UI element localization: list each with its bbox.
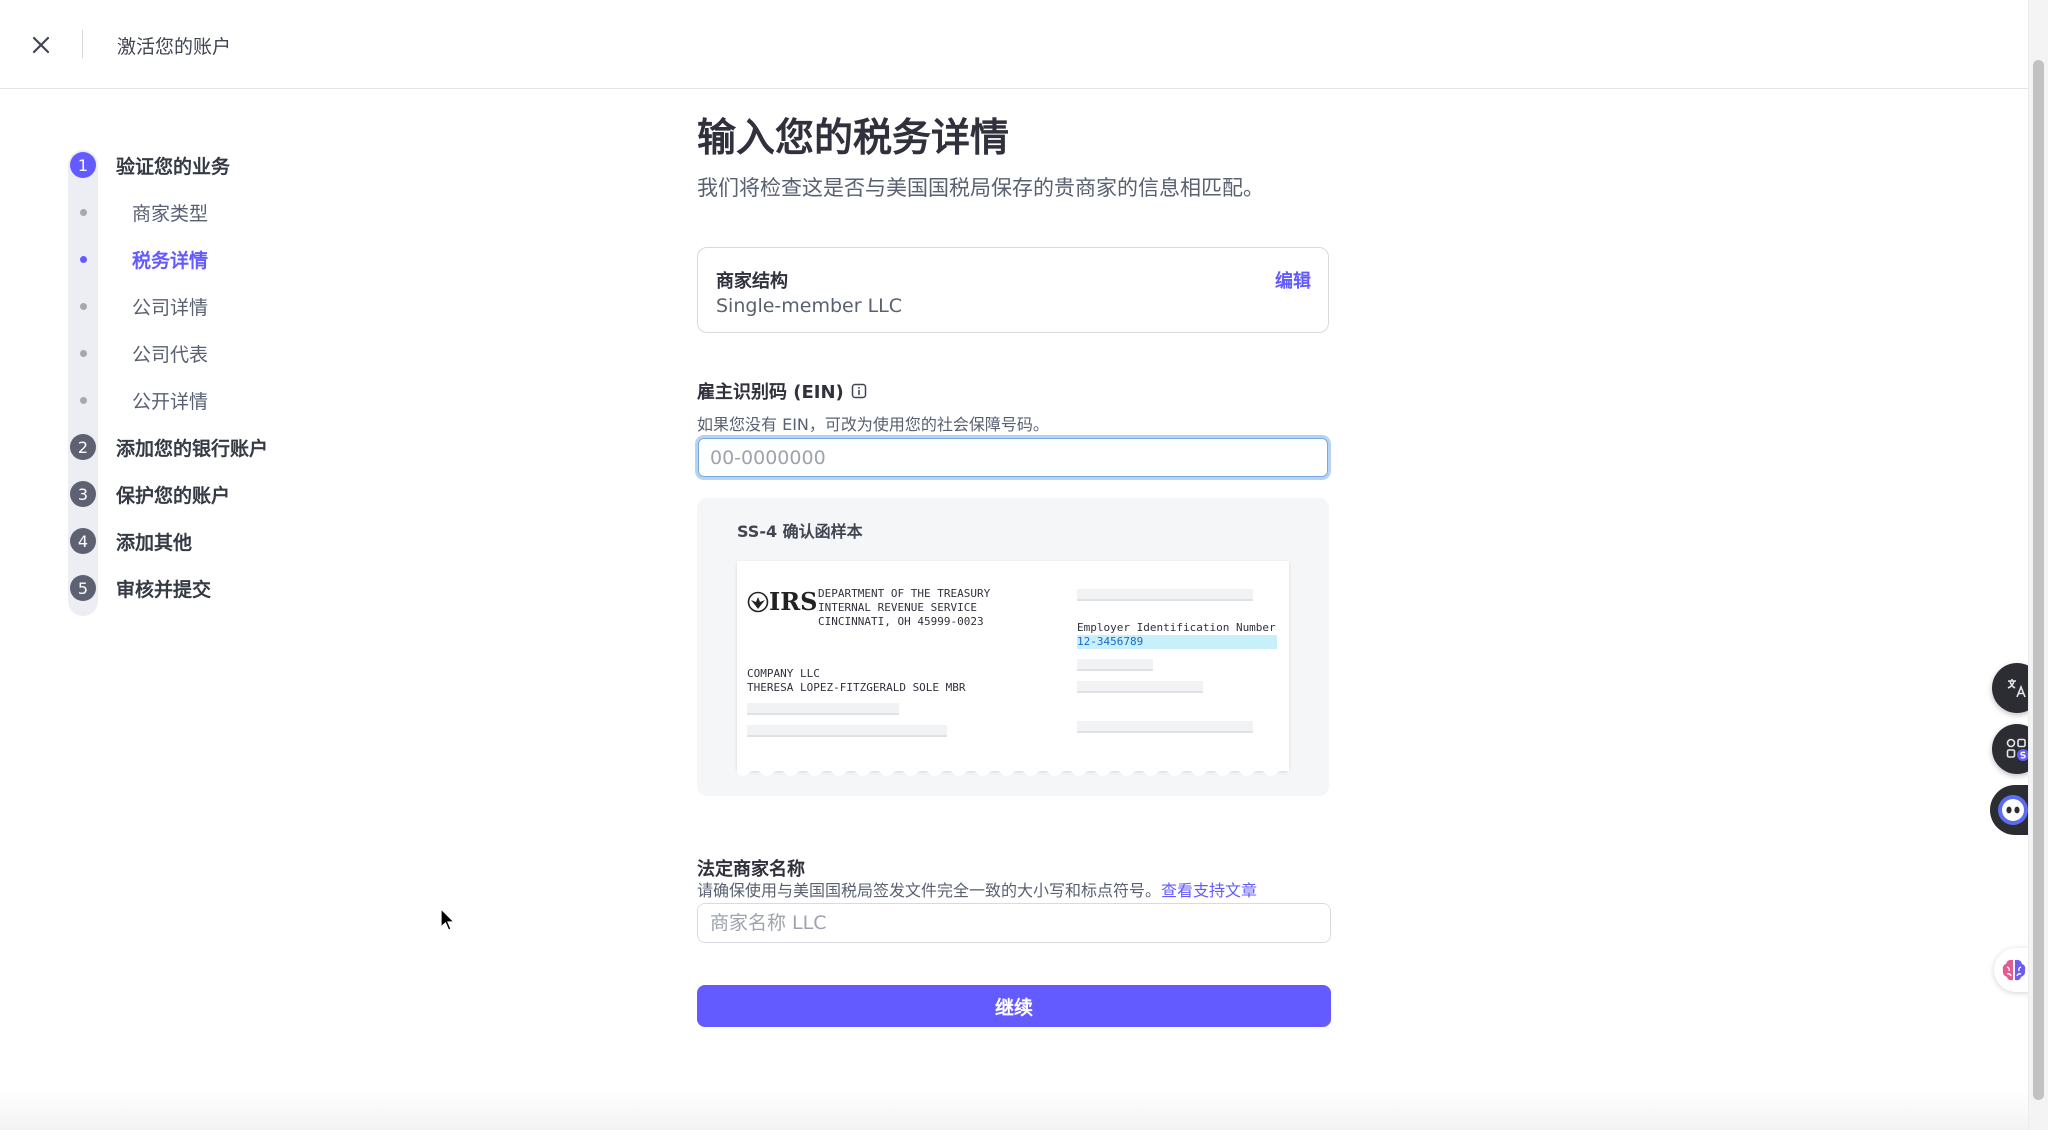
substep-public-details[interactable]: 公开详情 bbox=[68, 385, 208, 415]
company-line: COMPANY LLC bbox=[747, 667, 820, 680]
step-label: 验证您的业务 bbox=[116, 155, 231, 178]
step-add-extras[interactable]: 4 添加其他 bbox=[68, 526, 192, 556]
step-label: 审核并提交 bbox=[116, 578, 212, 601]
agency-address: DEPARTMENT OF THE TREASURY INTERNAL REVE… bbox=[818, 587, 990, 629]
sample-title: SS-4 确认函样本 bbox=[737, 522, 863, 541]
substep-label: 公司详情 bbox=[132, 296, 209, 319]
agency-line: CINCINNATI, OH 45999-0023 bbox=[818, 615, 984, 628]
business-structure-card: 商家结构 Single-member LLC 编辑 bbox=[697, 247, 1329, 333]
substep-company-details[interactable]: 公司详情 bbox=[68, 291, 208, 321]
edit-business-structure-link[interactable]: 编辑 bbox=[1275, 267, 1311, 293]
ein-caption: Employer Identification Number bbox=[1077, 621, 1276, 634]
legal-name-help: 请确保使用与美国国税局签发文件完全一致的大小写和标点符号。查看支持文章 bbox=[697, 877, 1257, 901]
substep-dot bbox=[80, 302, 87, 310]
agency-line: INTERNAL REVENUE SERVICE bbox=[818, 601, 977, 614]
business-structure-label: 商家结构 bbox=[716, 271, 788, 292]
ein-input-wrapper bbox=[695, 435, 1331, 480]
tax-details-form: 输入您的税务详情 我们将检查这是否与美国国税局保存的贵商家的信息相匹配。 商家结… bbox=[695, 112, 1331, 1027]
header-title: 激活您的账户 bbox=[117, 36, 232, 58]
step-verify-business[interactable]: 1 验证您的业务 bbox=[68, 150, 230, 180]
assistant-button[interactable] bbox=[1990, 785, 2030, 835]
substep-label: 公司代表 bbox=[132, 343, 209, 366]
step-label: 保护您的账户 bbox=[116, 484, 231, 507]
legal-name-input[interactable] bbox=[698, 904, 1330, 942]
substep-dot bbox=[80, 349, 87, 357]
support-article-link[interactable]: 查看支持文章 bbox=[1161, 881, 1257, 900]
step-number: 3 bbox=[70, 481, 96, 507]
step-label: 添加其他 bbox=[116, 531, 193, 554]
step-label: 添加您的银行账户 bbox=[116, 437, 269, 460]
substep-dot bbox=[80, 396, 87, 404]
ss4-sample-letter: IRS DEPARTMENT OF THE TREASURY INTERNAL … bbox=[737, 561, 1289, 776]
irs-logo-text: IRS bbox=[769, 587, 818, 616]
assistant-icon bbox=[1998, 795, 2028, 825]
eagle-seal-icon bbox=[747, 591, 769, 612]
company-line: THERESA LOPEZ-FITZGERALD SOLE MBR bbox=[747, 681, 966, 694]
step-add-bank-account[interactable]: 2 添加您的银行账户 bbox=[68, 432, 268, 462]
ein-sample-value: 12-3456789 bbox=[1077, 635, 1277, 649]
agency-line: DEPARTMENT OF THE TREASURY bbox=[818, 587, 991, 600]
apps-icon bbox=[2006, 738, 2029, 761]
irs-logo: IRS bbox=[747, 587, 818, 616]
substep-label: 公开详情 bbox=[132, 390, 209, 413]
placeholder-line bbox=[1077, 589, 1253, 601]
ein-help-text: 如果您没有 EIN，可改为使用您的社会保障号码。 bbox=[697, 415, 1049, 434]
substep-business-type[interactable]: 商家类型 bbox=[68, 197, 208, 227]
header-divider bbox=[82, 30, 83, 58]
torn-edge bbox=[737, 767, 1289, 776]
step-number: 2 bbox=[70, 434, 96, 460]
placeholder-line bbox=[747, 703, 899, 715]
page-subtitle: 我们将检查这是否与美国国税局保存的贵商家的信息相匹配。 bbox=[697, 176, 1264, 200]
substep-tax-details[interactable]: 税务详情 bbox=[68, 244, 208, 274]
step-secure-account[interactable]: 3 保护您的账户 bbox=[68, 479, 230, 509]
close-icon bbox=[32, 36, 50, 54]
substep-label: 商家类型 bbox=[132, 202, 209, 225]
step-number: 1 bbox=[70, 152, 96, 178]
substep-dot-active bbox=[80, 255, 87, 263]
legal-name-help-text: 请确保使用与美国国税局签发文件完全一致的大小写和标点符号。 bbox=[697, 881, 1162, 900]
scrollbar-thumb[interactable] bbox=[2033, 60, 2044, 1100]
substep-label: 税务详情 bbox=[132, 249, 209, 272]
placeholder-line bbox=[1077, 721, 1253, 733]
placeholder-line bbox=[747, 725, 947, 737]
business-structure-value: Single-member LLC bbox=[716, 295, 903, 317]
step-review-submit[interactable]: 5 审核并提交 bbox=[68, 573, 211, 603]
ss4-sample-panel: SS-4 确认函样本 IRS DEPARTMENT OF THE TREASUR… bbox=[697, 498, 1329, 796]
legal-name-input-wrapper bbox=[697, 903, 1331, 943]
translate-icon bbox=[2007, 679, 2026, 698]
substep-dot bbox=[80, 208, 87, 216]
close-button[interactable] bbox=[26, 30, 56, 60]
company-address: COMPANY LLC THERESA LOPEZ-FITZGERALD SOL… bbox=[747, 667, 966, 695]
info-icon[interactable] bbox=[851, 383, 867, 399]
page-title: 输入您的税务详情 bbox=[697, 116, 1010, 161]
brain-icon bbox=[2002, 959, 2026, 981]
top-bar: 激活您的账户 bbox=[0, 0, 2028, 89]
ein-input[interactable] bbox=[698, 438, 1328, 477]
step-number: 4 bbox=[70, 528, 96, 554]
continue-button[interactable]: 继续 bbox=[697, 985, 1331, 1027]
bottom-edge bbox=[0, 1090, 2028, 1130]
mouse-cursor-icon bbox=[440, 908, 456, 931]
ein-label-text: 雇主识别码 (EIN) bbox=[697, 382, 844, 403]
placeholder-line bbox=[1077, 659, 1153, 671]
ein-field-label: 雇主识别码 (EIN) bbox=[697, 378, 867, 404]
substep-company-representative[interactable]: 公司代表 bbox=[68, 338, 208, 368]
placeholder-line bbox=[1077, 681, 1203, 693]
step-number: 5 bbox=[70, 575, 96, 601]
